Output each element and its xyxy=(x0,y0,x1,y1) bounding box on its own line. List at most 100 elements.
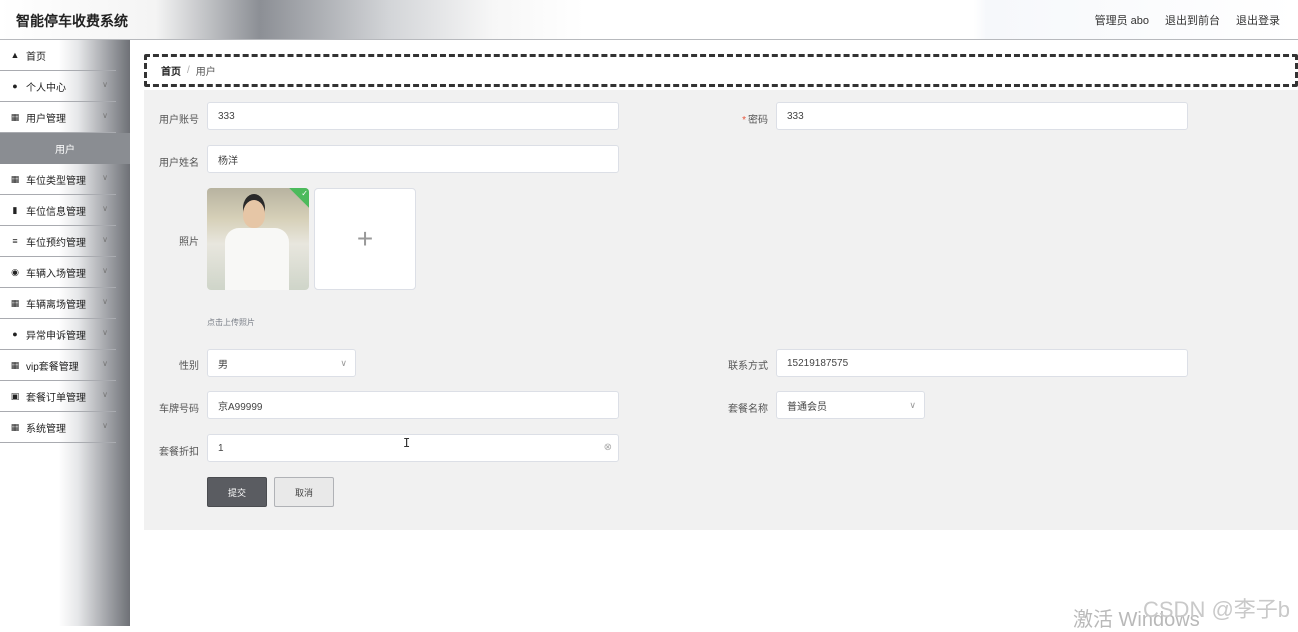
chevron-down-icon: ∨ xyxy=(340,358,347,368)
sidebar-subitem-user[interactable]: 用户 xyxy=(0,133,130,164)
contact-input[interactable]: 15219187575 xyxy=(776,349,1188,377)
sidebar-item-user-management[interactable]: ▦ 用户管理 ∨ xyxy=(0,102,116,133)
breadcrumb-current: 用户 xyxy=(195,67,216,78)
cart-icon: ▣ xyxy=(10,390,20,401)
sidebar-item-vip-package[interactable]: ▦ vip套餐管理 ∨ xyxy=(0,350,116,381)
photo-figure-body xyxy=(225,228,289,290)
chevron-down-icon: ∨ xyxy=(102,359,108,368)
package-select[interactable]: 普通会员 ∨ xyxy=(776,391,925,419)
chevron-down-icon: ∨ xyxy=(102,421,108,430)
name-value: 杨洋 xyxy=(218,155,238,167)
chevron-down-icon: ∨ xyxy=(102,235,108,244)
account-value: 333 xyxy=(218,110,235,122)
sidebar-item-label: 首页 xyxy=(26,51,46,63)
sidebar-item-label: 车位信息管理 xyxy=(26,206,86,218)
chevron-down-icon: ∨ xyxy=(102,390,108,399)
gender-value: 男 xyxy=(218,359,228,371)
sidebar-item-space-type[interactable]: ▦ 车位类型管理 ∨ xyxy=(0,164,116,195)
sidebar-item-appeal[interactable]: ● 异常申诉管理 ∨ xyxy=(0,319,116,350)
photo-label: 照片 xyxy=(179,237,199,248)
chevron-down-icon: ∨ xyxy=(102,111,108,120)
sidebar-item-label: 个人中心 xyxy=(26,82,66,94)
sidebar-item-label: 车辆入场管理 xyxy=(26,268,86,280)
grid-icon: ▦ xyxy=(10,359,20,370)
back-to-front-link[interactable]: 退出到前台 xyxy=(1165,12,1220,28)
gender-label: 性别 xyxy=(179,361,199,372)
breadcrumb-separator: / xyxy=(187,65,190,76)
chevron-down-icon: ∨ xyxy=(102,266,108,275)
package-label: 套餐名称 xyxy=(728,404,768,415)
sidebar-item-label: 用户管理 xyxy=(26,113,66,125)
upload-button[interactable]: + xyxy=(314,188,416,290)
sidebar-item-home[interactable]: ▲ 首页 xyxy=(0,40,116,71)
plate-input[interactable]: 京A99999 xyxy=(207,391,619,419)
top-header: 智能停车收费系统 管理员 abo 退出到前台 退出登录 xyxy=(0,0,1298,40)
contact-value: 15219187575 xyxy=(787,357,849,369)
logout-link[interactable]: 退出登录 xyxy=(1236,12,1280,28)
account-input[interactable]: 333 xyxy=(207,102,619,130)
sidebar-item-package-order[interactable]: ▣ 套餐订单管理 ∨ xyxy=(0,381,116,412)
chevron-down-icon: ∨ xyxy=(102,173,108,182)
photo-figure-head xyxy=(243,200,265,228)
sidebar-item-reservation[interactable]: ≡ 车位预约管理 ∨ xyxy=(0,226,116,257)
chevron-down-icon: ∨ xyxy=(102,80,108,89)
password-value: 333 xyxy=(787,110,804,122)
sidebar-item-vehicle-exit[interactable]: ▦ 车辆离场管理 ∨ xyxy=(0,288,116,319)
sidebar-item-label: 车位预约管理 xyxy=(26,237,86,249)
user-form-panel: 用户账号 333 * 密码 333 用户姓名 杨洋 照片 ✓ + 点击上传照片 性… xyxy=(144,90,1298,530)
sidebar-item-label: 异常申诉管理 xyxy=(26,330,86,342)
submit-button[interactable]: 提交 xyxy=(207,477,267,507)
sidebar-item-label: vip套餐管理 xyxy=(26,361,79,373)
sidebar-item-label: 车辆离场管理 xyxy=(26,299,86,311)
sidebar-item-label: 套餐订单管理 xyxy=(26,392,86,404)
upload-tip: 点击上传照片 xyxy=(207,318,255,327)
breadcrumb-home[interactable]: 首页 xyxy=(161,63,181,78)
sidebar-item-vehicle-entry[interactable]: ◉ 车辆入场管理 ∨ xyxy=(0,257,116,288)
gender-select[interactable]: 男 ∨ xyxy=(207,349,356,377)
book-icon: ▮ xyxy=(12,204,18,215)
breadcrumb: 首页 / 用户 xyxy=(144,54,1298,87)
plate-label: 车牌号码 xyxy=(159,404,199,415)
cancel-button[interactable]: 取消 xyxy=(274,477,334,507)
account-label: 用户账号 xyxy=(159,115,199,126)
required-mark: * xyxy=(742,115,746,126)
discount-label: 套餐折扣 xyxy=(159,447,199,458)
header-actions: 管理员 abo 退出到前台 退出登录 xyxy=(1095,12,1280,28)
user-photo[interactable]: ✓ xyxy=(207,188,309,290)
app-title: 智能停车收费系统 xyxy=(16,13,128,29)
sidebar: ▲ 首页 ● 个人中心 ∨ ▦ 用户管理 ∨ 用户 ▦ 车位类型管理 ∨ ▮ 车… xyxy=(0,40,130,626)
csdn-watermark: CSDN @李子b xyxy=(1143,597,1291,622)
sidebar-item-personal-center[interactable]: ● 个人中心 ∨ xyxy=(0,71,116,102)
pin-icon: ◉ xyxy=(11,266,19,277)
chevron-down-icon: ∨ xyxy=(102,204,108,213)
grid-icon: ▦ xyxy=(10,421,20,432)
sidebar-item-system[interactable]: ▦ 系统管理 ∨ xyxy=(0,412,116,443)
discount-input[interactable]: 1 ⊗ xyxy=(207,434,619,462)
sidebar-item-label: 系统管理 xyxy=(26,423,66,435)
grid-icon: ▦ xyxy=(10,111,20,122)
name-label: 用户姓名 xyxy=(159,158,199,169)
sidebar-item-space-info[interactable]: ▮ 车位信息管理 ∨ xyxy=(0,195,116,226)
package-value: 普通会员 xyxy=(787,401,827,413)
discount-value: 1 xyxy=(218,442,224,454)
chevron-down-icon: ∨ xyxy=(102,297,108,306)
password-input[interactable]: 333 xyxy=(776,102,1188,130)
user-icon: ● xyxy=(12,329,18,339)
grid-icon: ▦ xyxy=(10,173,20,184)
text-cursor-icon: I xyxy=(403,436,411,450)
password-label-text: 密码 xyxy=(748,115,768,126)
sliders-icon: ≡ xyxy=(12,236,18,246)
home-icon: ▲ xyxy=(10,50,20,60)
chevron-down-icon: ∨ xyxy=(102,328,108,337)
password-label: * 密码 xyxy=(708,111,768,126)
check-icon: ✓ xyxy=(301,189,308,198)
chevron-down-icon: ∨ xyxy=(909,400,916,410)
clear-icon[interactable]: ⊗ xyxy=(604,442,612,453)
sidebar-item-label: 车位类型管理 xyxy=(26,175,86,187)
name-input[interactable]: 杨洋 xyxy=(207,145,619,173)
contact-label: 联系方式 xyxy=(728,361,768,372)
plate-value: 京A99999 xyxy=(218,401,263,413)
user-icon: ● xyxy=(12,81,18,91)
admin-user-label: 管理员 abo xyxy=(1094,15,1149,27)
grid-icon: ▦ xyxy=(10,297,20,308)
